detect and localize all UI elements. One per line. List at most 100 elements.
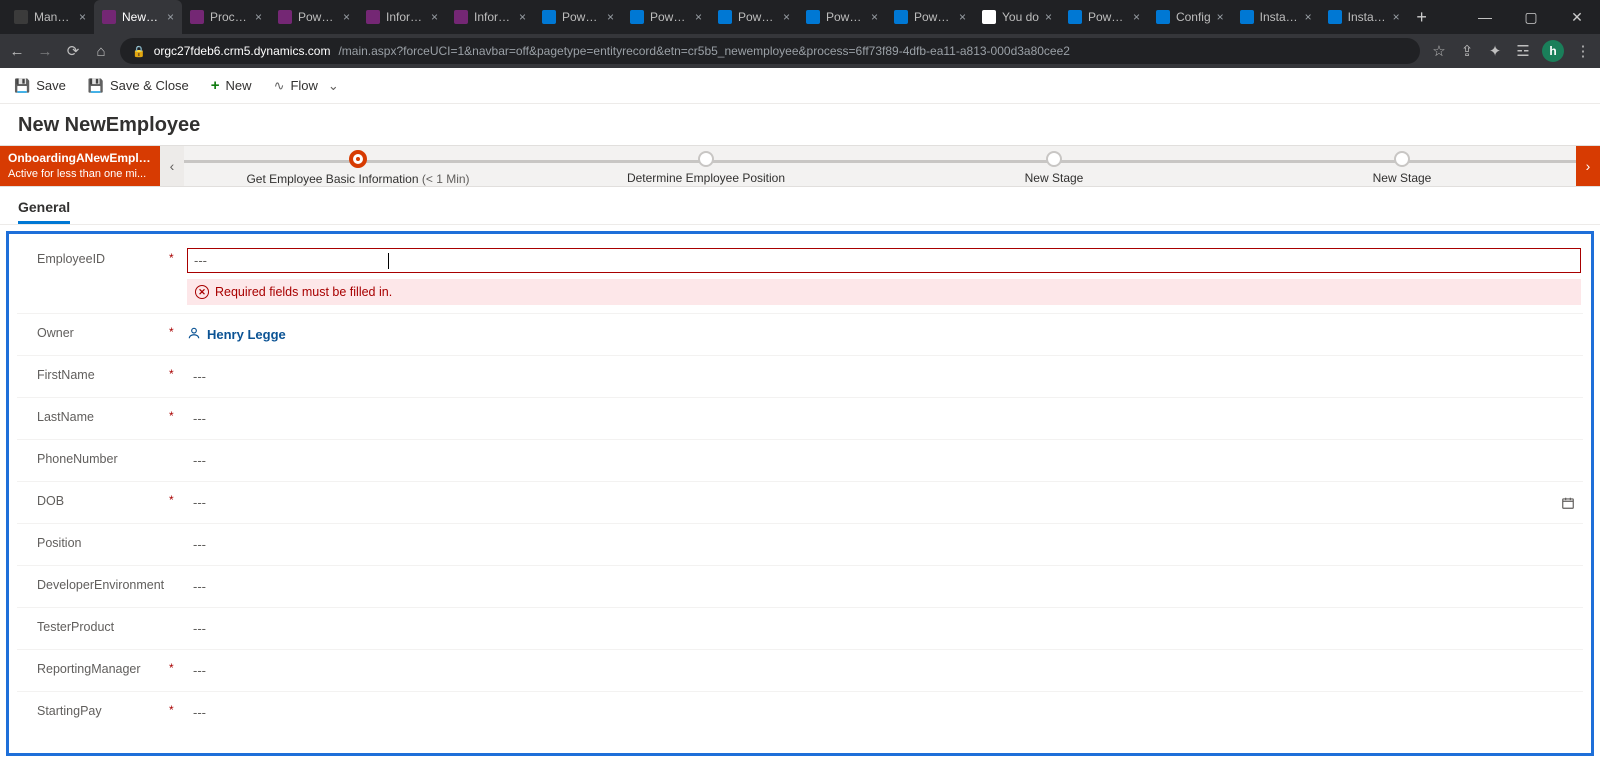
field-position-label: Position bbox=[19, 532, 169, 551]
tab-close-icon[interactable]: × bbox=[1045, 10, 1052, 24]
field-reportingmanager-label: ReportingManager bbox=[19, 658, 169, 677]
bpf-stage[interactable]: Get Employee Basic Information (< 1 Min) bbox=[184, 147, 532, 186]
browser-tab[interactable]: Power P× bbox=[710, 0, 798, 34]
tab-close-icon[interactable]: × bbox=[783, 10, 790, 24]
browser-tab[interactable]: Power P× bbox=[622, 0, 710, 34]
required-marker: * bbox=[169, 364, 181, 381]
phonenumber-input[interactable]: --- bbox=[187, 448, 1581, 473]
bpf-next-button[interactable]: › bbox=[1576, 146, 1600, 186]
tab-close-icon[interactable]: × bbox=[1393, 10, 1400, 24]
bpf-prev-button[interactable]: ‹ bbox=[160, 146, 184, 186]
reportingmanager-input[interactable]: --- bbox=[187, 658, 1581, 683]
browser-tab[interactable]: Manage× bbox=[6, 0, 94, 34]
bpf-stage[interactable]: New Stage bbox=[880, 147, 1228, 185]
browser-tab[interactable]: Install a× bbox=[1232, 0, 1320, 34]
bpf-stage[interactable]: Determine Employee Position bbox=[532, 147, 880, 185]
tab-close-icon[interactable]: × bbox=[695, 10, 702, 24]
tab-title: Power A bbox=[298, 10, 337, 24]
new-tab-button[interactable]: + bbox=[1408, 0, 1436, 34]
owner-lookup[interactable]: Henry Legge bbox=[187, 322, 1581, 347]
nav-reload-icon[interactable]: ⟳ bbox=[64, 42, 82, 60]
nav-home-icon[interactable]: ⌂ bbox=[92, 43, 110, 60]
tab-close-icon[interactable]: × bbox=[343, 10, 350, 24]
share-icon[interactable]: ⇪ bbox=[1458, 42, 1476, 60]
browser-tab[interactable]: Power A × bbox=[270, 0, 358, 34]
tab-title: Power P bbox=[1088, 10, 1127, 24]
tab-close-icon[interactable]: × bbox=[167, 10, 174, 24]
tab-close-icon[interactable]: × bbox=[519, 10, 526, 24]
tab-favicon bbox=[630, 10, 644, 24]
window-minimize[interactable]: — bbox=[1462, 0, 1508, 34]
startingpay-input[interactable]: --- bbox=[187, 700, 1581, 725]
app-root: 💾Save 💾Save & Close +New ∿Flow⌄ New NewE… bbox=[0, 68, 1600, 762]
field-devenv-label: DeveloperEnvironment bbox=[19, 574, 169, 593]
flow-button[interactable]: ∿Flow⌄ bbox=[270, 75, 343, 97]
tab-close-icon[interactable]: × bbox=[1305, 10, 1312, 24]
dob-input[interactable]: --- bbox=[187, 490, 1581, 515]
tab-close-icon[interactable]: × bbox=[959, 10, 966, 24]
field-lastname-label: LastName bbox=[19, 406, 169, 425]
new-button[interactable]: +New bbox=[207, 74, 256, 97]
browser-tab[interactable]: Informa× bbox=[446, 0, 534, 34]
address-bar[interactable]: 🔒 orgc27fdeb6.crm5.dynamics.com/main.asp… bbox=[120, 38, 1420, 64]
browser-tab[interactable]: Process × bbox=[182, 0, 270, 34]
tab-close-icon[interactable]: × bbox=[255, 10, 262, 24]
tab-favicon bbox=[1328, 10, 1342, 24]
browser-toolbar: ← → ⟳ ⌂ 🔒 orgc27fdeb6.crm5.dynamics.com/… bbox=[0, 34, 1600, 68]
firstname-input[interactable]: --- bbox=[187, 364, 1581, 389]
window-maximize[interactable]: ▢ bbox=[1508, 0, 1554, 34]
tab-close-icon[interactable]: × bbox=[79, 10, 86, 24]
lastname-input[interactable]: --- bbox=[187, 406, 1581, 431]
browser-tab[interactable]: NewEm× bbox=[94, 0, 182, 34]
reading-list-icon[interactable]: ☲ bbox=[1514, 42, 1532, 60]
error-icon: ✕ bbox=[195, 285, 209, 299]
tab-close-icon[interactable]: × bbox=[871, 10, 878, 24]
browser-tab[interactable]: You do× bbox=[974, 0, 1060, 34]
form-tabbar: General bbox=[0, 187, 1600, 225]
field-testerproduct-label: TesterProduct bbox=[19, 616, 169, 635]
calendar-icon[interactable] bbox=[1561, 496, 1575, 513]
bpf-stage-duration: (< 1 Min) bbox=[422, 172, 470, 186]
nav-back-icon[interactable]: ← bbox=[8, 43, 26, 60]
bpf-stage-node-icon bbox=[698, 151, 714, 167]
field-dob: DOB * --- bbox=[17, 482, 1583, 524]
tab-close-icon[interactable]: × bbox=[607, 10, 614, 24]
tab-close-icon[interactable]: × bbox=[1217, 10, 1224, 24]
browser-tab[interactable]: Informa× bbox=[358, 0, 446, 34]
tab-favicon bbox=[1068, 10, 1082, 24]
extensions-icon[interactable]: ✦ bbox=[1486, 42, 1504, 60]
tab-favicon bbox=[718, 10, 732, 24]
save-close-button[interactable]: 💾Save & Close bbox=[84, 75, 193, 97]
browser-tab[interactable]: Power P× bbox=[798, 0, 886, 34]
required-marker: * bbox=[169, 406, 181, 423]
tab-general[interactable]: General bbox=[18, 195, 70, 224]
save-icon: 💾 bbox=[14, 78, 30, 94]
position-input[interactable]: --- bbox=[187, 532, 1581, 557]
tab-title: Power P bbox=[562, 10, 601, 24]
field-lastname: LastName * --- bbox=[17, 398, 1583, 440]
browser-tab[interactable]: Config× bbox=[1148, 0, 1232, 34]
bookmark-star-icon[interactable]: ☆ bbox=[1430, 42, 1448, 60]
browser-tab[interactable]: Power P × bbox=[534, 0, 622, 34]
page-title: New NewEmployee bbox=[0, 104, 1600, 145]
browser-tab[interactable]: Power P × bbox=[1060, 0, 1148, 34]
tab-title: Process bbox=[210, 10, 249, 24]
save-button[interactable]: 💾Save bbox=[10, 75, 70, 97]
bpf-process-header[interactable]: OnboardingANewEmplo... Active for less t… bbox=[0, 146, 160, 186]
testerproduct-input[interactable]: --- bbox=[187, 616, 1581, 641]
browser-tab[interactable]: Power P× bbox=[886, 0, 974, 34]
field-firstname-label: FirstName bbox=[19, 364, 169, 383]
chrome-menu-icon[interactable]: ⋮ bbox=[1574, 42, 1592, 60]
nav-forward-icon[interactable]: → bbox=[36, 43, 54, 60]
profile-avatar[interactable]: h bbox=[1542, 40, 1564, 62]
required-marker bbox=[169, 448, 181, 451]
field-owner: Owner * Henry Legge bbox=[17, 314, 1583, 356]
tab-close-icon[interactable]: × bbox=[1133, 10, 1140, 24]
bpf-stage[interactable]: New Stage bbox=[1228, 147, 1576, 185]
tab-close-icon[interactable]: × bbox=[431, 10, 438, 24]
window-close[interactable]: ✕ bbox=[1554, 0, 1600, 34]
employeeid-input[interactable]: --- bbox=[187, 248, 1581, 273]
browser-tabstrip: Manage×NewEm×Process×Power A×Informa×Inf… bbox=[0, 0, 1600, 34]
devenv-input[interactable]: --- bbox=[187, 574, 1581, 599]
browser-tab[interactable]: Install a× bbox=[1320, 0, 1408, 34]
